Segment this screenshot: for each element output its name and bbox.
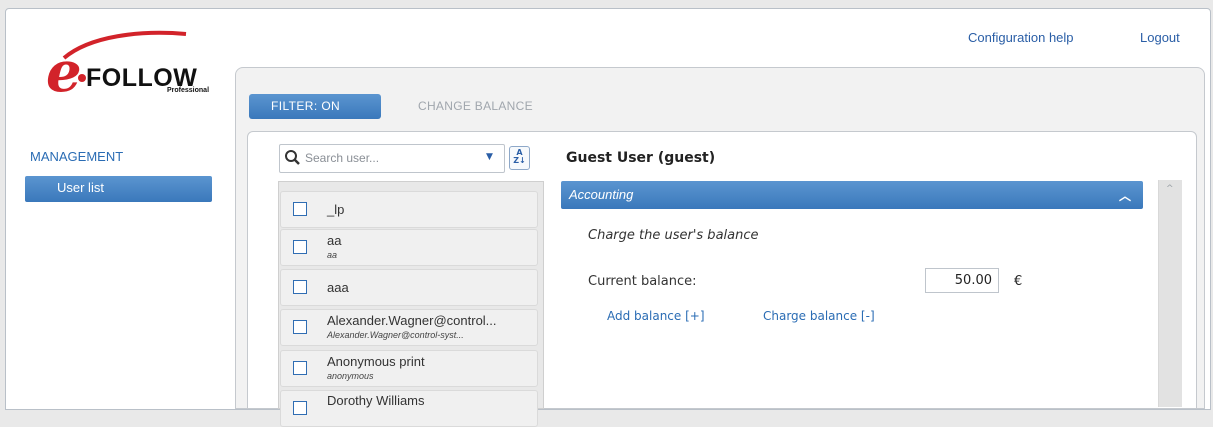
select-checkbox[interactable] (293, 202, 307, 216)
search-placeholder: Search user... (305, 151, 380, 165)
change-balance-tab[interactable]: CHANGE BALANCE (418, 99, 533, 113)
search-icon (285, 150, 300, 165)
list-item[interactable]: _lp (280, 191, 538, 228)
add-balance-link[interactable]: Add balance [+] (607, 309, 705, 323)
user-login: Alexander.Wagner@control-syst... (327, 330, 464, 340)
sidebar-section-management: MANAGEMENT (30, 149, 124, 164)
logo-dot (78, 74, 86, 82)
sort-az-icon[interactable]: A Z↓ (509, 146, 530, 170)
user-name: Dorothy Williams (327, 393, 425, 408)
accounting-section-header[interactable]: Accounting ︿ (561, 181, 1143, 209)
list-item[interactable]: Alexander.Wagner@control... Alexander.Wa… (280, 309, 538, 346)
list-item[interactable]: aa aa (280, 229, 538, 266)
filter-label: FILTER: ON (271, 99, 341, 113)
select-checkbox[interactable] (293, 280, 307, 294)
select-checkbox[interactable] (293, 361, 307, 375)
select-checkbox[interactable] (293, 240, 307, 254)
currency-symbol: € (1014, 274, 1023, 289)
logout-link[interactable]: Logout (1140, 30, 1180, 45)
current-balance-label: Current balance: (588, 274, 697, 289)
list-item[interactable]: aaa (280, 269, 538, 306)
user-name: _lp (327, 202, 345, 217)
selected-user-title: Guest User (guest) (566, 150, 716, 166)
section-title: Accounting (569, 187, 634, 202)
logo-sub: Professional (167, 87, 210, 94)
detail-scrollbar[interactable]: ^ (1158, 180, 1182, 407)
scroll-up-icon[interactable]: ^ (1166, 184, 1174, 194)
list-item[interactable]: Anonymous print anonymous (280, 350, 538, 387)
user-name: aa (327, 233, 342, 248)
charge-balance-link[interactable]: Charge balance [-] (763, 309, 875, 323)
filter-toggle-button[interactable]: FILTER: ON (249, 94, 381, 119)
sidebar-item-user-list[interactable]: User list (25, 176, 212, 202)
search-user-dropdown[interactable]: Search user... ▼ (279, 144, 505, 173)
charge-balance-heading: Charge the user's balance (588, 228, 759, 243)
e-follow-logo: e FOLLOW Professional (46, 30, 216, 100)
select-checkbox[interactable] (293, 320, 307, 334)
user-login: anonymous (327, 371, 374, 381)
chevron-up-icon[interactable]: ︿ (1119, 187, 1131, 204)
logo-letter: e (46, 39, 82, 105)
user-login: aa (327, 250, 338, 260)
configuration-help-link[interactable]: Configuration help (968, 30, 1074, 45)
select-checkbox[interactable] (293, 401, 307, 415)
user-name: Anonymous print (327, 354, 425, 369)
chevron-down-icon[interactable]: ▼ (486, 152, 493, 162)
list-item[interactable]: Dorothy Williams (280, 390, 538, 427)
user-name: Alexander.Wagner@control... (327, 313, 497, 328)
current-balance-field[interactable]: 50.00 (925, 268, 999, 293)
user-name: aaa (327, 280, 349, 295)
sidebar-item-label: User list (57, 180, 104, 195)
